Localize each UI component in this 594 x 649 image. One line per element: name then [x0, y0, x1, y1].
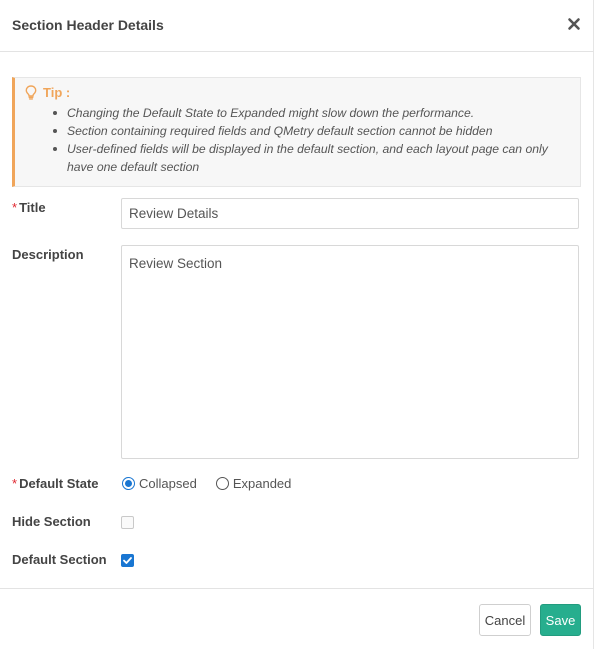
- radio-label-expanded: Expanded: [232, 476, 292, 491]
- hide-section-label: Hide Section: [12, 514, 91, 529]
- radio-button[interactable]: [215, 477, 229, 490]
- radio-label-collapsed: Collapsed: [139, 476, 197, 491]
- title-label: * Title: [12, 200, 46, 215]
- required-mark: *: [12, 476, 18, 491]
- close-button[interactable]: [566, 16, 582, 32]
- save-button[interactable]: Save: [540, 604, 581, 636]
- radio-collapsed[interactable]: Collapsed: [122, 476, 197, 491]
- radio-expanded[interactable]: Expanded: [215, 476, 292, 491]
- section-header-details-dialog: Section Header Details Tip : Changing th…: [0, 0, 594, 649]
- cancel-button[interactable]: Cancel: [479, 604, 531, 636]
- default-state-label: * Default State: [12, 476, 99, 491]
- default-section-label: Default Section: [12, 552, 107, 567]
- checkmark-icon: [123, 557, 132, 564]
- description-label: Description: [12, 247, 84, 262]
- hide-section-checkbox[interactable]: [121, 516, 134, 529]
- default-state-radio-group: Collapsed Expanded: [122, 476, 310, 491]
- dialog-header: Section Header Details: [0, 0, 594, 52]
- radio-button-selected[interactable]: [122, 477, 135, 490]
- description-textarea[interactable]: Review Section: [121, 245, 579, 459]
- tip-item: User-defined fields will be displayed in…: [53, 140, 577, 176]
- tip-list: Changing the Default State to Expanded m…: [53, 104, 577, 176]
- tip-box: Tip : Changing the Default State to Expa…: [12, 77, 581, 187]
- tip-item: Section containing required fields and Q…: [53, 122, 577, 140]
- dialog-footer: Cancel Save: [0, 588, 594, 649]
- tip-header: Tip :: [25, 85, 70, 100]
- tip-item: Changing the Default State to Expanded m…: [53, 104, 577, 122]
- dialog-title: Section Header Details: [12, 17, 164, 33]
- close-icon: [568, 18, 580, 30]
- default-section-checkbox[interactable]: [121, 554, 134, 567]
- required-mark: *: [12, 200, 18, 215]
- tip-label: Tip :: [43, 85, 71, 100]
- lightbulb-icon: [25, 85, 37, 100]
- title-input[interactable]: [121, 198, 579, 229]
